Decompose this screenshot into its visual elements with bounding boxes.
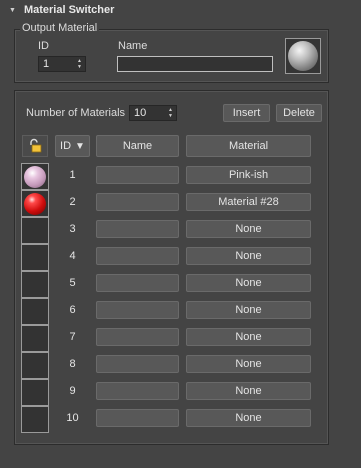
- row-material-button[interactable]: None: [186, 409, 311, 427]
- name-column-header[interactable]: Name: [96, 135, 179, 157]
- rollout-title: Material Switcher: [23, 4, 115, 16]
- output-id-spinner[interactable]: 1 ▲ ▼: [38, 56, 86, 72]
- output-name-field[interactable]: [117, 56, 273, 72]
- row-id: 10: [66, 412, 79, 424]
- row-material-button[interactable]: None: [186, 220, 311, 238]
- material-sphere-icon: [288, 41, 318, 71]
- delete-button[interactable]: Delete: [276, 104, 322, 122]
- row-material-button[interactable]: None: [186, 328, 311, 346]
- lock-toggle-button[interactable]: [22, 135, 48, 157]
- row-id: 4: [69, 250, 76, 262]
- material-sphere-icon: [24, 192, 46, 215]
- number-of-materials-label: Number of Materials: [26, 107, 126, 119]
- row-name-field[interactable]: [96, 247, 179, 265]
- row-material-button[interactable]: None: [186, 247, 311, 265]
- material-swatch[interactable]: [21, 379, 49, 406]
- material-swatch[interactable]: [21, 325, 49, 352]
- row-material-button[interactable]: None: [186, 355, 311, 373]
- row-id: 9: [69, 385, 76, 397]
- material-swatch[interactable]: [21, 271, 49, 298]
- row-name-field[interactable]: [96, 409, 179, 427]
- row-material-button[interactable]: Material #28: [186, 193, 311, 211]
- material-sphere-icon: [24, 165, 46, 188]
- row-name-field[interactable]: [96, 301, 179, 319]
- output-id-value: 1: [43, 58, 50, 70]
- row-id: 5: [69, 277, 76, 289]
- row-id: 3: [69, 223, 76, 235]
- row-name-field[interactable]: [96, 220, 179, 238]
- row-material-button[interactable]: Pink-ish: [186, 166, 311, 184]
- name-label: Name: [118, 40, 148, 52]
- id-label: ID: [38, 40, 49, 52]
- collapse-arrow-icon[interactable]: ▼: [9, 7, 16, 14]
- material-swatch[interactable]: [21, 244, 49, 271]
- material-swatch[interactable]: [21, 298, 49, 325]
- padlock-icon: [30, 138, 42, 153]
- row-id: 8: [69, 358, 76, 370]
- row-name-field[interactable]: [96, 274, 179, 292]
- row-name-field[interactable]: [96, 382, 179, 400]
- number-of-materials-value: 10: [134, 107, 147, 119]
- row-name-field[interactable]: [96, 193, 179, 211]
- row-name-field[interactable]: [96, 355, 179, 373]
- spinner-arrows-icon[interactable]: ▲ ▼: [168, 107, 173, 119]
- row-material-button[interactable]: None: [186, 382, 311, 400]
- row-name-field[interactable]: [96, 166, 179, 184]
- material-swatch[interactable]: [21, 352, 49, 379]
- id-header-label: ID: [60, 140, 72, 152]
- output-material-swatch[interactable]: [285, 38, 321, 74]
- material-swatch[interactable]: [21, 406, 49, 433]
- output-material-label: Output Material: [20, 22, 100, 34]
- material-column-header[interactable]: Material: [186, 135, 311, 157]
- row-id: 1: [69, 169, 76, 181]
- id-column-header[interactable]: ID ▼: [55, 135, 90, 157]
- rollout-header[interactable]: ▼ Material Switcher: [4, 2, 357, 18]
- spinner-arrows-icon[interactable]: ▲ ▼: [77, 58, 82, 70]
- material-swatch[interactable]: [21, 217, 49, 244]
- row-id: 2: [69, 196, 76, 208]
- number-of-materials-spinner[interactable]: 10 ▲ ▼: [129, 105, 177, 121]
- row-material-button[interactable]: None: [186, 274, 311, 292]
- row-name-field[interactable]: [96, 328, 179, 346]
- material-swatch[interactable]: [21, 190, 49, 217]
- row-id: 6: [69, 304, 76, 316]
- row-material-button[interactable]: None: [186, 301, 311, 319]
- insert-button[interactable]: Insert: [223, 104, 270, 122]
- row-id: 7: [69, 331, 76, 343]
- sort-down-icon: ▼: [75, 140, 85, 152]
- material-switcher-rollout: ▼ Material Switcher Output Material ID 1…: [0, 0, 361, 468]
- material-swatch[interactable]: [21, 163, 49, 190]
